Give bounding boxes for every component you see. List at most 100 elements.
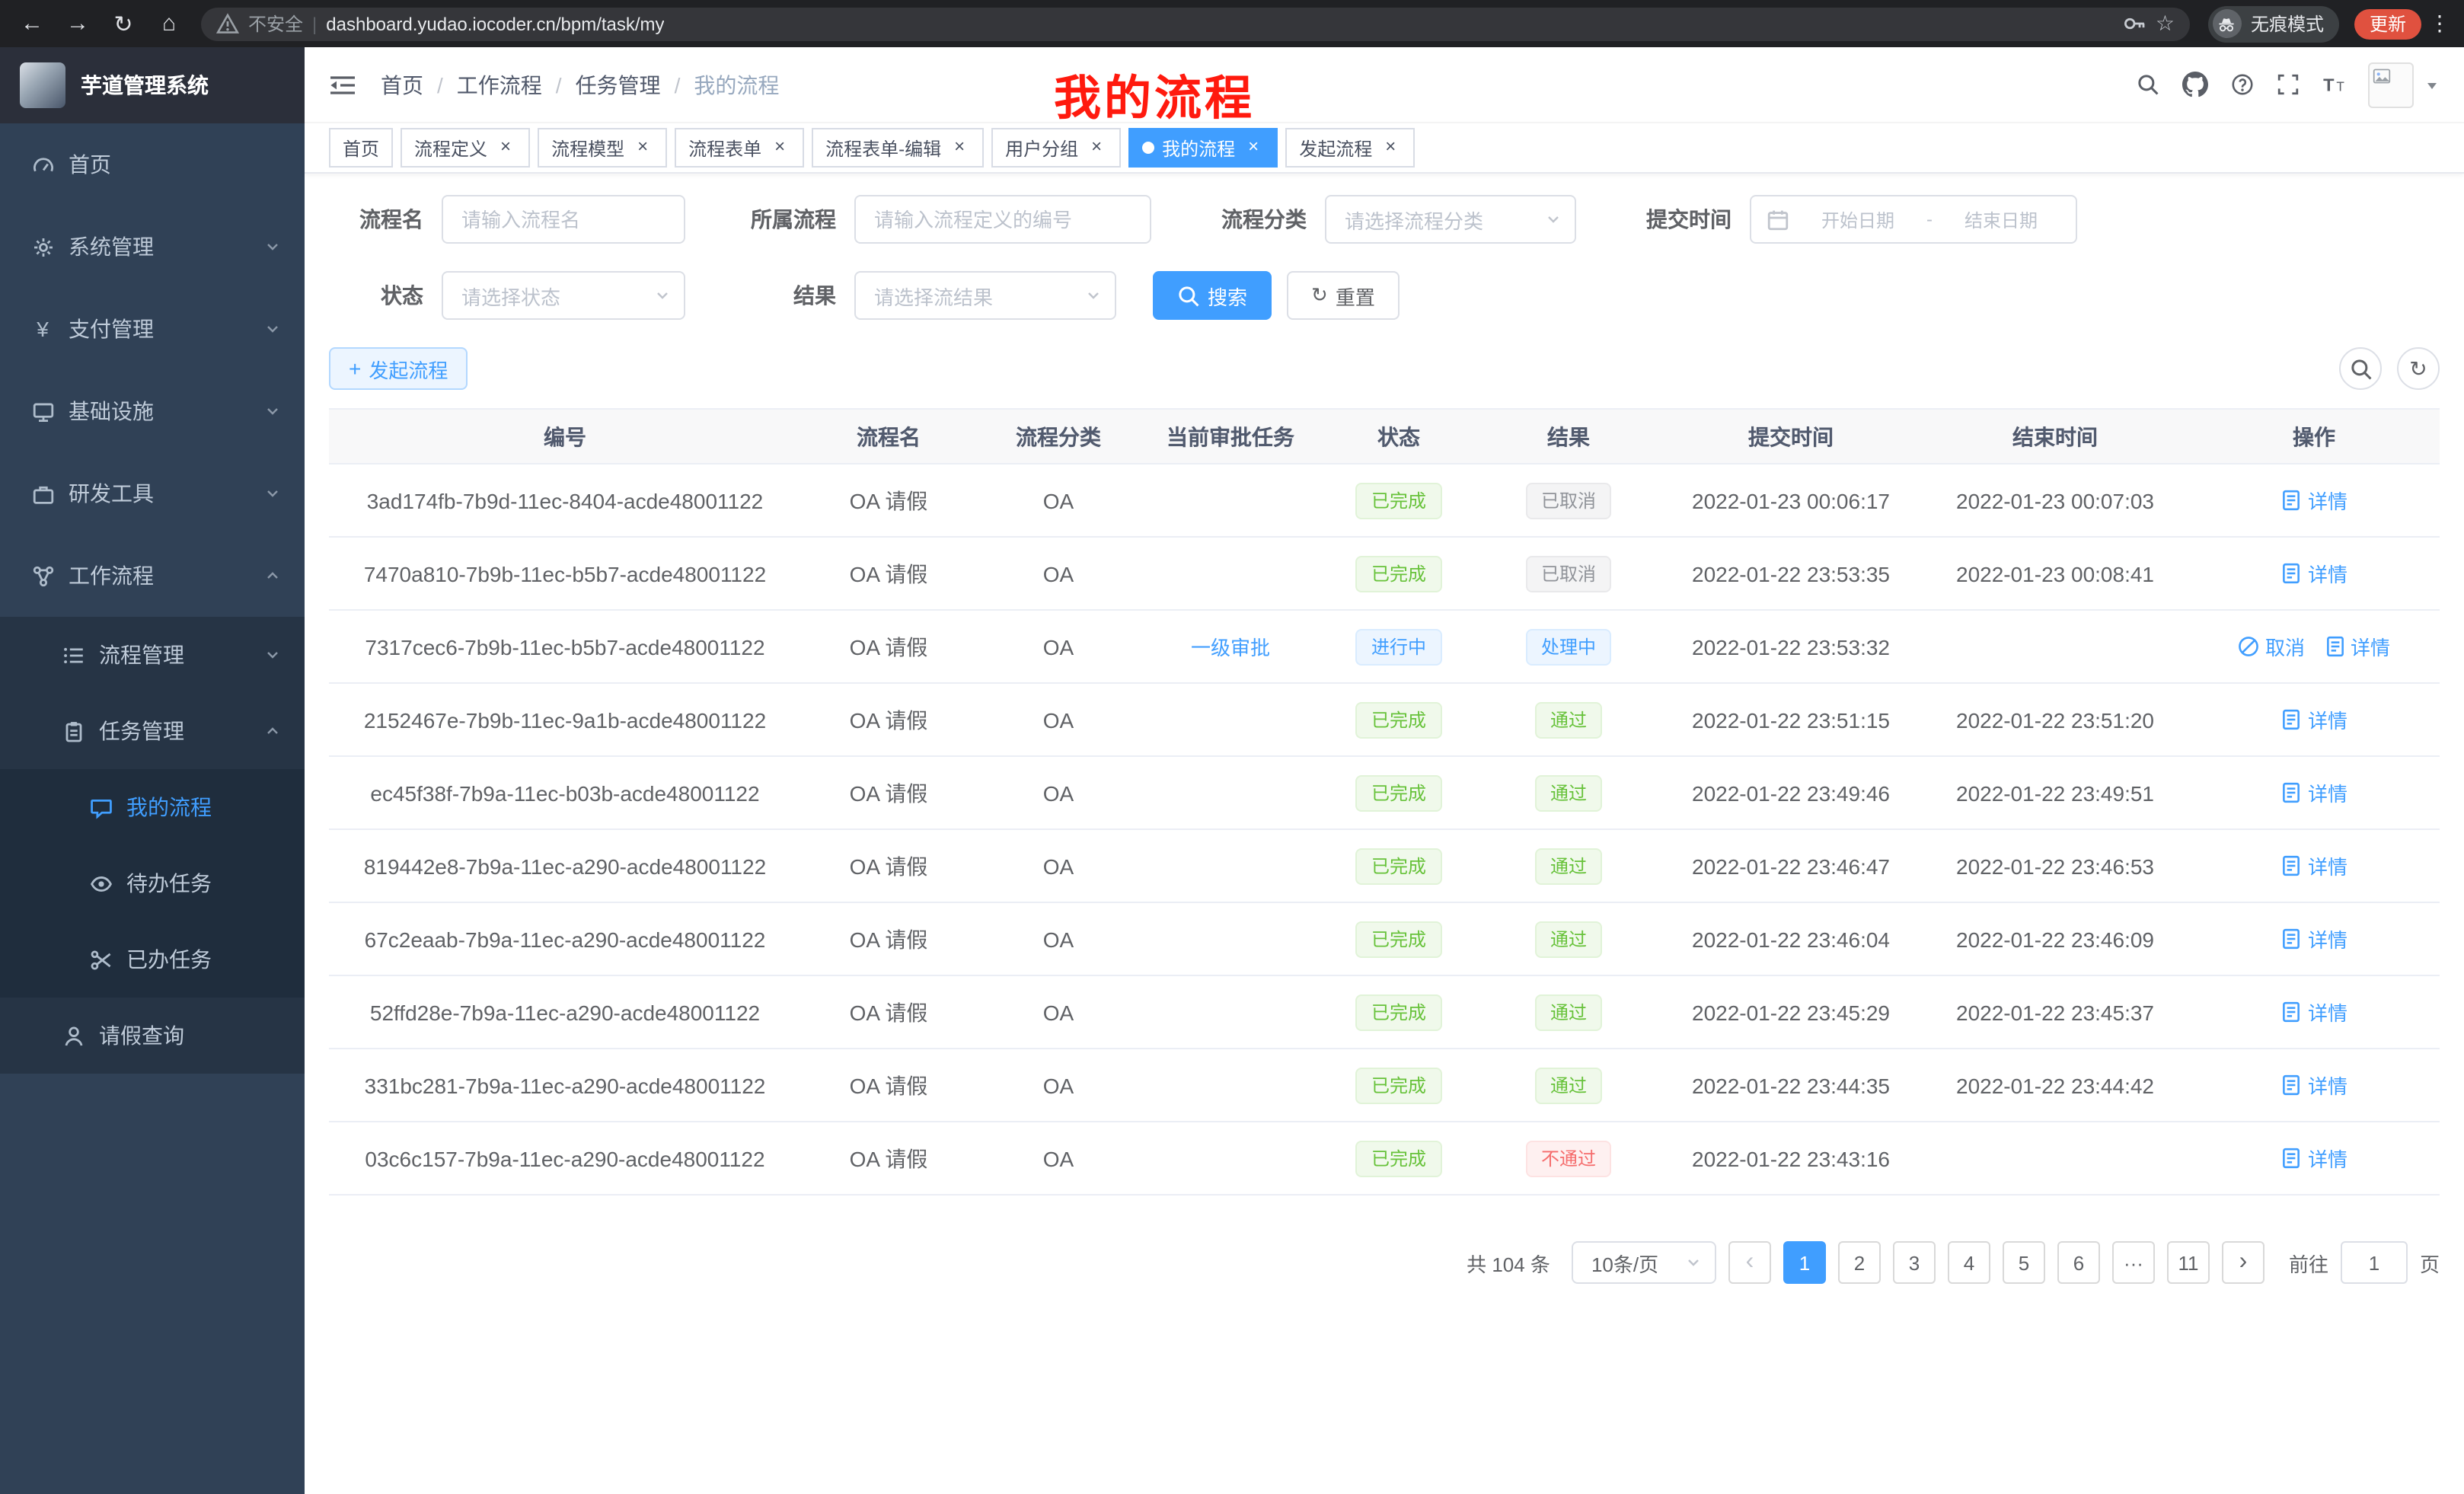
detail-button[interactable]: 详情	[2280, 485, 2348, 514]
forward-icon[interactable]: →	[58, 4, 97, 43]
help-icon[interactable]	[2231, 73, 2254, 96]
cell-submit-time: 2022-01-22 23:53:32	[1660, 610, 1922, 683]
key-icon[interactable]	[2124, 12, 2146, 35]
github-icon[interactable]	[2182, 72, 2208, 97]
user-avatar[interactable]	[2368, 62, 2414, 107]
hamburger-icon[interactable]	[329, 72, 356, 97]
page-ellipsis-button[interactable]: ···	[2112, 1241, 2155, 1284]
next-page-button[interactable]: ›	[2222, 1241, 2265, 1284]
column-header-3: 当前审批任务	[1141, 409, 1320, 464]
sidebar-item-7[interactable]: 任务管理	[0, 693, 305, 769]
page-button-5[interactable]: 5	[2003, 1241, 2045, 1284]
status-select[interactable]: 请选择状态	[442, 271, 685, 320]
cell-category: OA	[976, 683, 1141, 756]
cell-result: 通过	[1477, 829, 1660, 902]
bookmark-star-icon[interactable]: ☆	[2156, 11, 2175, 37]
cell-status: 进行中	[1320, 610, 1477, 683]
search-button[interactable]: 搜索	[1153, 271, 1272, 320]
cell-current-task	[1141, 829, 1320, 902]
detail-button[interactable]: 详情	[2280, 924, 2348, 953]
clipboard-icon	[61, 720, 85, 742]
font-size-icon[interactable]: TT	[2322, 73, 2345, 96]
process-name-input[interactable]	[442, 195, 685, 244]
detail-button[interactable]: 详情	[2280, 558, 2348, 587]
detail-button[interactable]: 详情	[2280, 1143, 2348, 1172]
sidebar-item-0[interactable]: 首页	[0, 123, 305, 206]
cell-category: OA	[976, 1122, 1141, 1195]
toggle-search-button[interactable]	[2339, 347, 2382, 390]
page-button-3[interactable]: 3	[1893, 1241, 1936, 1284]
close-icon[interactable]: ×	[1086, 137, 1107, 158]
tab-3[interactable]: 流程表单×	[675, 128, 804, 168]
refresh-table-button[interactable]: ↻	[2397, 347, 2440, 390]
sidebar-item-10[interactable]: 已办任务	[0, 921, 305, 998]
close-icon[interactable]: ×	[769, 137, 790, 158]
detail-button[interactable]: 详情	[2280, 777, 2348, 806]
home-icon[interactable]: ⌂	[149, 4, 189, 43]
page-button-1[interactable]: 1	[1783, 1241, 1826, 1284]
browser-menu-icon[interactable]: ⋮	[2427, 11, 2452, 37]
sidebar-item-3[interactable]: 基础设施	[0, 370, 305, 452]
sidebar-item-6[interactable]: 流程管理	[0, 617, 305, 693]
tab-5[interactable]: 用户分组×	[991, 128, 1121, 168]
search-icon[interactable]	[2137, 73, 2159, 96]
breadcrumb-item-task[interactable]: 任务管理	[576, 69, 661, 100]
detail-button[interactable]: 详情	[2280, 704, 2348, 733]
caret-down-icon[interactable]	[2424, 77, 2440, 92]
cell-name: OA 请假	[801, 1122, 976, 1195]
close-icon[interactable]: ×	[949, 137, 970, 158]
cell-id: 331bc281-7b9a-11ec-a290-acde48001122	[329, 1049, 801, 1122]
tab-6[interactable]: 我的流程×	[1128, 128, 1278, 168]
page-button-2[interactable]: 2	[1838, 1241, 1881, 1284]
detail-button[interactable]: 详情	[2280, 851, 2348, 879]
reset-button[interactable]: ↻ 重置	[1287, 271, 1400, 320]
breadcrumb-item-home[interactable]: 首页	[381, 69, 423, 100]
sidebar-item-11[interactable]: 请假查询	[0, 998, 305, 1074]
sidebar-item-label: 首页	[69, 149, 111, 180]
tab-4[interactable]: 流程表单-编辑×	[812, 128, 984, 168]
close-icon[interactable]: ×	[1243, 137, 1264, 158]
prev-page-button[interactable]: ‹	[1728, 1241, 1771, 1284]
category-select[interactable]: 请选择流程分类	[1325, 195, 1576, 244]
sidebar-item-2[interactable]: ¥支付管理	[0, 288, 305, 370]
page-button-6[interactable]: 6	[2057, 1241, 2100, 1284]
submit-time-range-picker[interactable]: 开始日期 - 结束日期	[1750, 195, 2077, 244]
tab-1[interactable]: 流程定义×	[401, 128, 530, 168]
result-select[interactable]: 请选择流结果	[854, 271, 1116, 320]
page-button-4[interactable]: 4	[1948, 1241, 1990, 1284]
close-icon[interactable]: ×	[632, 137, 653, 158]
detail-button[interactable]: 详情	[2280, 1070, 2348, 1099]
back-icon[interactable]: ←	[12, 4, 52, 43]
cell-name: OA 请假	[801, 902, 976, 975]
page-size-select[interactable]: 10条/页	[1572, 1241, 1716, 1284]
current-task-link[interactable]: 一级审批	[1191, 632, 1270, 661]
create-process-button[interactable]: + 发起流程	[329, 347, 468, 390]
tab-7[interactable]: 发起流程×	[1285, 128, 1415, 168]
sidebar-item-8[interactable]: 我的流程	[0, 769, 305, 845]
process-definition-input[interactable]	[854, 195, 1151, 244]
app-title: 芋道管理系统	[81, 70, 209, 101]
sidebar-item-label: 请假查询	[99, 1020, 184, 1051]
sidebar-item-5[interactable]: 工作流程	[0, 535, 305, 617]
cell-category: OA	[976, 537, 1141, 610]
fullscreen-icon[interactable]	[2277, 73, 2300, 96]
update-button[interactable]: 更新	[2354, 8, 2421, 39]
app-logo[interactable]: 芋道管理系统	[0, 47, 305, 123]
sidebar-item-4[interactable]: 研发工具	[0, 452, 305, 535]
goto-page-input[interactable]	[2341, 1241, 2408, 1284]
detail-button[interactable]: 详情	[2280, 997, 2348, 1026]
close-icon[interactable]: ×	[1380, 137, 1401, 158]
cancel-button[interactable]: 取消	[2238, 631, 2305, 660]
filter-row-1: 流程名 所属流程 流程分类 请选择流程分类	[329, 195, 2440, 244]
detail-button[interactable]: 详情	[2323, 631, 2390, 660]
close-icon[interactable]: ×	[495, 137, 516, 158]
address-bar[interactable]: 不安全 | dashboard.yudao.iocoder.cn/bpm/tas…	[201, 7, 2190, 40]
tab-0[interactable]: 首页	[329, 128, 393, 168]
tab-2[interactable]: 流程模型×	[538, 128, 667, 168]
breadcrumb-item-workflow[interactable]: 工作流程	[457, 69, 542, 100]
page-button-11[interactable]: 11	[2167, 1241, 2210, 1284]
sidebar-item-9[interactable]: 待办任务	[0, 845, 305, 921]
sidebar-item-label: 待办任务	[126, 868, 212, 899]
reload-icon[interactable]: ↻	[104, 4, 143, 43]
sidebar-item-1[interactable]: 系统管理	[0, 206, 305, 288]
